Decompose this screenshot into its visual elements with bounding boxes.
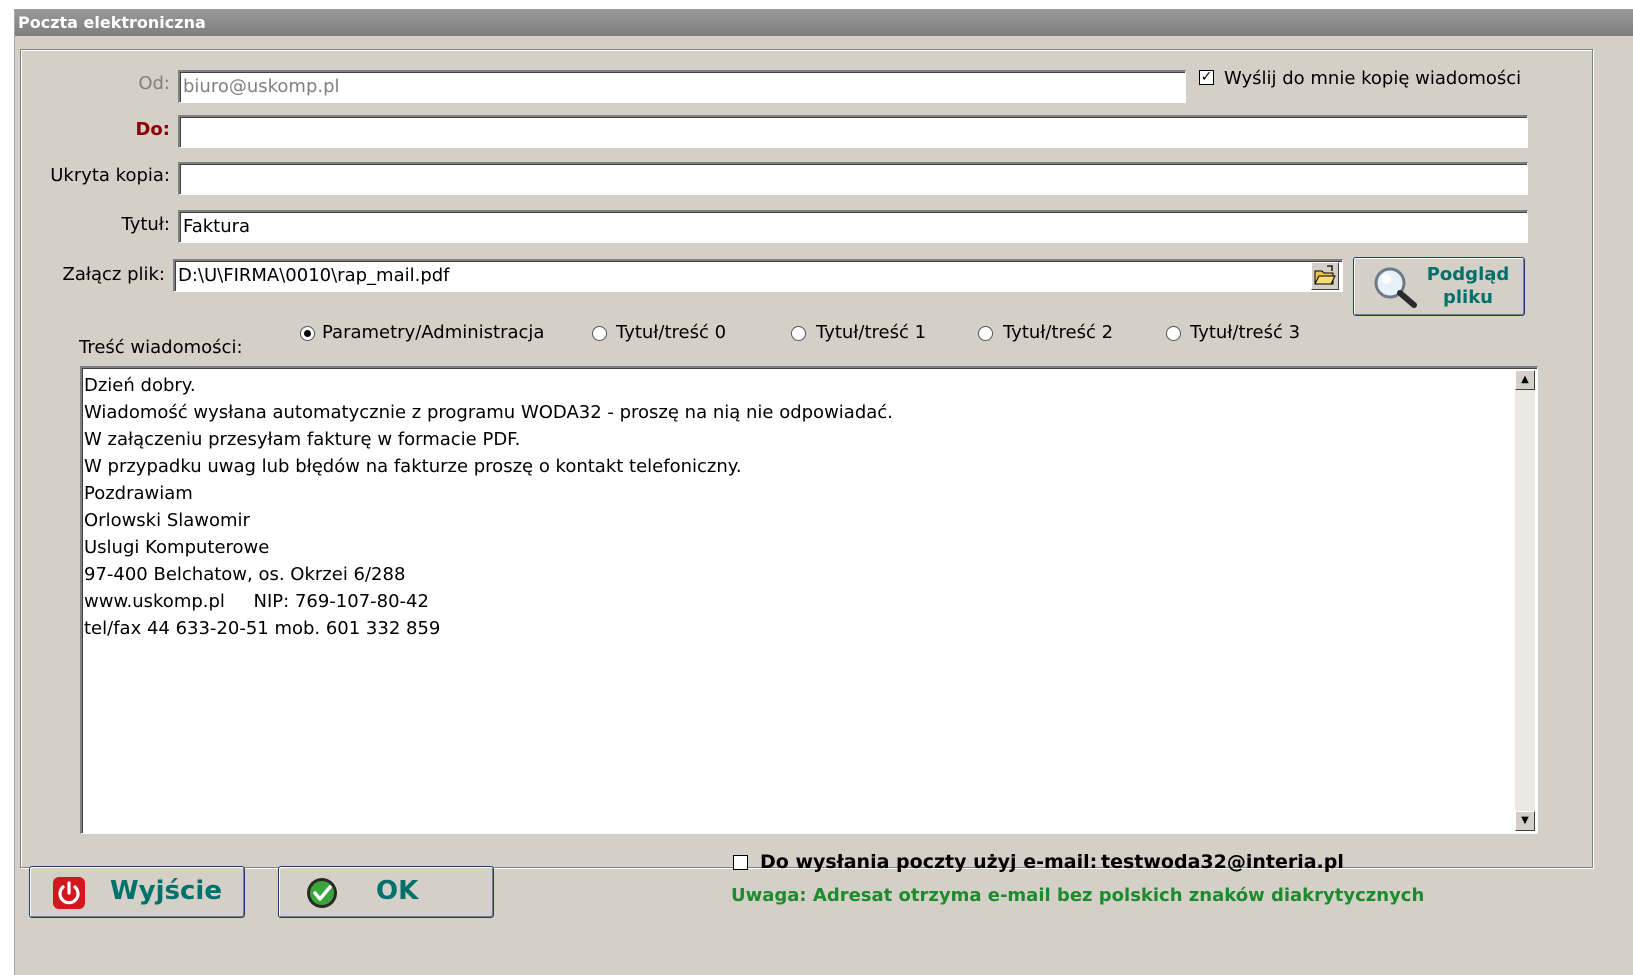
body-label: Treść wiadomości: (79, 337, 243, 358)
template-label-1[interactable]: Tytuł/treść 0 (616, 322, 726, 343)
power-icon (53, 877, 85, 909)
to-field[interactable] (178, 115, 1528, 148)
scroll-down-icon[interactable]: ▼ (1515, 811, 1535, 831)
scroll-up-icon[interactable]: ▲ (1515, 370, 1535, 390)
message-body-textarea[interactable]: Dzień dobry. Wiadomość wysłana automatyc… (80, 366, 1538, 834)
warning-text: Uwaga: Adresat otrzyma e-mail bez polski… (731, 885, 1425, 906)
from-label: Od: (138, 73, 170, 94)
template-label-0[interactable]: Parametry/Administracja (322, 322, 544, 343)
preview-file-button[interactable]: Podgląd pliku (1353, 257, 1525, 316)
template-radio-2[interactable] (791, 326, 806, 341)
send-copy-checkbox[interactable]: ✓ (1199, 70, 1214, 85)
template-radio-3[interactable] (978, 326, 993, 341)
template-radio-4[interactable] (1166, 326, 1181, 341)
subject-field[interactable]: Faktura (178, 210, 1528, 243)
magnifier-icon (1374, 267, 1417, 308)
template-label-2[interactable]: Tytuł/treść 1 (816, 322, 926, 343)
use-email-checkbox[interactable] (733, 855, 748, 870)
preview-label-2: pliku (1442, 287, 1493, 308)
window-title: Poczta elektroniczna (15, 9, 1633, 36)
attach-field[interactable]: D:\U\FIRMA\0010\rap_mail.pdf (173, 259, 1343, 292)
use-email-label: Do wysłania poczty użyj e-mail: (760, 851, 1098, 873)
attach-label: Załącz plik: (62, 264, 166, 285)
template-radio-0[interactable] (300, 326, 315, 341)
bcc-field[interactable] (178, 162, 1528, 195)
use-email-value: testwoda32@interia.pl (1101, 851, 1344, 873)
ok-button[interactable]: OK (278, 866, 494, 918)
subject-label: Tytuł: (121, 214, 171, 235)
message-body-text[interactable]: Dzień dobry. Wiadomość wysłana automatyc… (84, 372, 1513, 831)
from-field[interactable]: biuro@uskomp.pl (178, 70, 1186, 103)
template-label-3[interactable]: Tytuł/treść 2 (1003, 322, 1113, 343)
send-copy-label: Wyślij do mnie kopię wiadomości (1224, 68, 1522, 89)
message-scrollbar[interactable]: ▲ ▼ (1515, 370, 1535, 831)
exit-button[interactable]: Wyjście (29, 866, 245, 918)
template-label-4[interactable]: Tytuł/treść 3 (1190, 322, 1300, 343)
exit-label: Wyjście (110, 876, 222, 906)
ok-label: OK (376, 876, 419, 906)
open-folder-icon[interactable] (1311, 262, 1339, 290)
template-radio-1[interactable] (592, 326, 607, 341)
preview-label-1: Podgląd (1426, 264, 1510, 285)
bcc-label: Ukryta kopia: (50, 165, 170, 186)
to-label: Do: (135, 119, 170, 140)
checkmark-icon (307, 878, 337, 908)
